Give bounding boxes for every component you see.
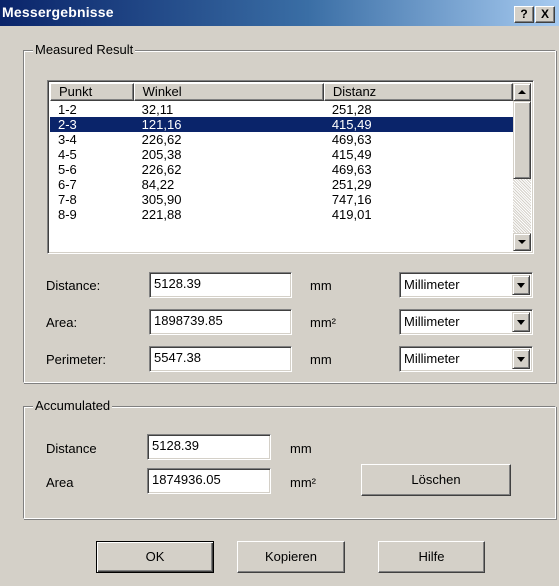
list-item[interactable]: 1-2 32,11 251,28 bbox=[50, 102, 513, 117]
dropdown-button[interactable] bbox=[512, 275, 530, 295]
cell-winkel: 32,11 bbox=[141, 102, 174, 117]
cell-winkel: 205,38 bbox=[141, 147, 182, 162]
cell-winkel: 84,22 bbox=[141, 177, 175, 192]
cell-winkel: 121,16 bbox=[141, 117, 182, 132]
cell-winkel: 226,62 bbox=[141, 132, 182, 147]
cell-winkel: 226,62 bbox=[141, 162, 182, 177]
column-header-distanz[interactable]: Distanz bbox=[323, 83, 513, 101]
cell-punkt: 3-4 bbox=[58, 132, 77, 147]
perimeter-unit: mm bbox=[310, 352, 332, 367]
help-button[interactable]: Hilfe bbox=[378, 541, 485, 573]
distance-unit-select[interactable]: Millimeter bbox=[399, 272, 533, 298]
chevron-down-icon bbox=[517, 283, 525, 288]
acc-distance-unit: mm bbox=[290, 441, 312, 456]
clear-button[interactable]: Löschen bbox=[361, 464, 511, 496]
list-item[interactable]: 4-5 205,38 415,49 bbox=[50, 147, 513, 162]
dropdown-button[interactable] bbox=[512, 312, 530, 332]
list-item[interactable]: 7-8 305,90 747,16 bbox=[50, 192, 513, 207]
cell-distanz: 415,49 bbox=[331, 147, 372, 162]
ok-button[interactable]: OK bbox=[96, 541, 214, 573]
cell-punkt: 5-6 bbox=[58, 162, 77, 177]
cell-distanz: 469,63 bbox=[331, 132, 372, 147]
cell-punkt: 7-8 bbox=[58, 192, 77, 207]
cell-punkt: 4-5 bbox=[58, 147, 77, 162]
acc-distance-field[interactable]: 5128.39 bbox=[147, 434, 271, 460]
area-field[interactable]: 1898739.85 bbox=[149, 309, 292, 335]
list-item[interactable]: 5-6 226,62 469,63 bbox=[50, 162, 513, 177]
scroll-up-button[interactable] bbox=[513, 83, 531, 101]
acc-area-unit: mm² bbox=[290, 475, 316, 490]
perimeter-unit-select[interactable]: Millimeter bbox=[399, 346, 533, 372]
cell-distanz: 251,28 bbox=[331, 102, 372, 117]
cell-winkel: 305,90 bbox=[141, 192, 182, 207]
list-header: Punkt Winkel Distanz bbox=[50, 83, 513, 101]
cell-punkt: 6-7 bbox=[58, 177, 77, 192]
column-header-winkel[interactable]: Winkel bbox=[133, 83, 324, 101]
arrow-up-icon bbox=[518, 90, 526, 94]
cell-punkt: 1-2 bbox=[58, 102, 77, 117]
accumulated-group bbox=[23, 406, 556, 519]
distance-label: Distance: bbox=[46, 278, 101, 293]
acc-area-field[interactable]: 1874936.05 bbox=[147, 468, 271, 494]
list-scrollbar[interactable] bbox=[513, 83, 531, 251]
chevron-down-icon bbox=[517, 320, 525, 325]
cell-winkel: 221,88 bbox=[141, 207, 182, 222]
list-item[interactable]: 8-9 221,88 419,01 bbox=[50, 207, 513, 222]
help-caption-button[interactable]: ? bbox=[514, 6, 534, 23]
acc-distance-label: Distance bbox=[46, 441, 97, 456]
area-unit: mm² bbox=[310, 315, 336, 330]
perimeter-label: Perimeter: bbox=[46, 352, 106, 367]
dropdown-button[interactable] bbox=[512, 349, 530, 369]
column-header-punkt[interactable]: Punkt bbox=[50, 83, 134, 101]
area-unit-select-value: Millimeter bbox=[404, 314, 460, 329]
scroll-down-button[interactable] bbox=[513, 233, 531, 251]
distance-unit: mm bbox=[310, 278, 332, 293]
distance-unit-select-value: Millimeter bbox=[404, 277, 460, 292]
cell-distanz: 747,16 bbox=[331, 192, 372, 207]
cell-distanz: 251,29 bbox=[331, 177, 372, 192]
accumulated-label: Accumulated bbox=[33, 398, 113, 413]
copy-button[interactable]: Kopieren bbox=[237, 541, 345, 573]
cell-distanz: 469,63 bbox=[331, 162, 372, 177]
area-label: Area: bbox=[46, 315, 78, 330]
results-list[interactable]: Punkt Winkel Distanz 1-2 32,11 251,28 2-3 12… bbox=[47, 80, 534, 254]
distance-field[interactable]: 5128.39 bbox=[149, 272, 292, 298]
acc-area-label: Area bbox=[46, 475, 74, 490]
cell-punkt: 2-3 bbox=[58, 117, 77, 132]
cell-distanz: 415,49 bbox=[331, 117, 372, 132]
window-title: Messergebnisse bbox=[2, 4, 114, 20]
perimeter-unit-select-value: Millimeter bbox=[404, 351, 460, 366]
cell-punkt: 8-9 bbox=[58, 207, 77, 222]
close-button[interactable]: X bbox=[535, 6, 555, 23]
perimeter-field[interactable]: 5547.38 bbox=[149, 346, 292, 372]
cell-distanz: 419,01 bbox=[331, 207, 372, 222]
list-item[interactable]: 2-3 121,16 415,49 bbox=[50, 117, 513, 132]
area-unit-select[interactable]: Millimeter bbox=[399, 309, 533, 335]
list-item[interactable]: 6-7 84,22 251,29 bbox=[50, 177, 513, 192]
measured-result-label: Measured Result bbox=[33, 42, 136, 57]
arrow-down-icon bbox=[518, 240, 526, 244]
list-rows: 1-2 32,11 251,28 2-3 121,16 415,49 3-4 226,62 46… bbox=[50, 102, 513, 222]
list-item[interactable]: 3-4 226,62 469,63 bbox=[50, 132, 513, 147]
chevron-down-icon bbox=[517, 357, 525, 362]
scroll-thumb[interactable] bbox=[513, 101, 531, 179]
